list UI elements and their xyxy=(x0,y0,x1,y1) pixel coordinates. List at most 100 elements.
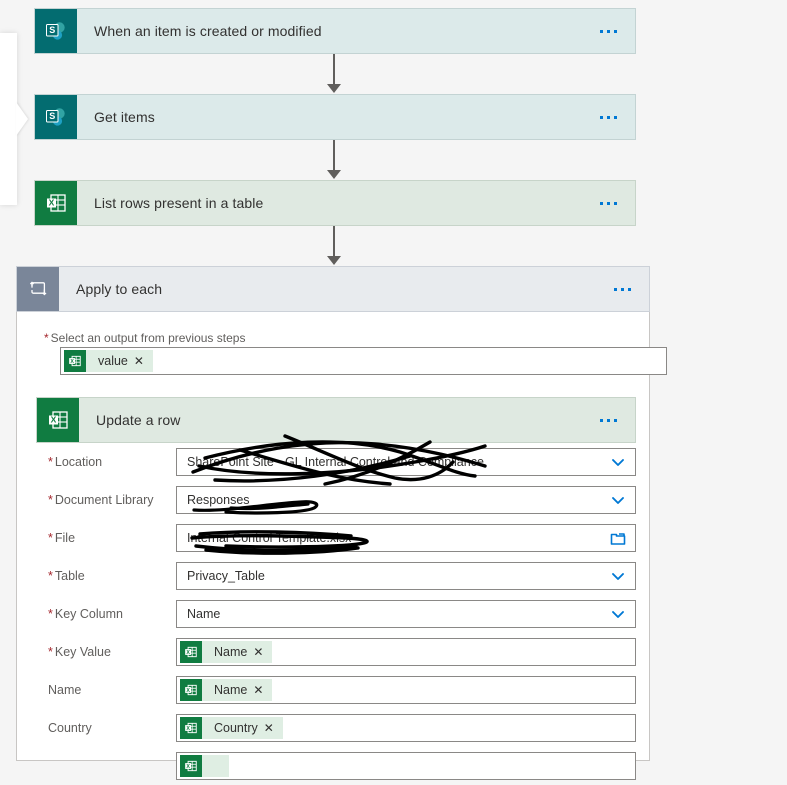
field-label-text: Name xyxy=(48,683,82,697)
apply-to-each-title: Apply to each xyxy=(76,281,163,297)
field-value: Privacy_Table xyxy=(187,569,265,583)
form-row: Country X Country ✕ xyxy=(36,709,636,747)
svg-text:S: S xyxy=(49,25,55,35)
field-value: Internal Control Template.xlsx xyxy=(187,531,352,545)
flow-step-card-get-items[interactable]: S Get items xyxy=(34,94,636,140)
file-picker-field[interactable]: Internal Control Template.xlsx xyxy=(176,524,636,552)
token-field[interactable]: X Name ✕ xyxy=(176,638,636,666)
field-label: Country xyxy=(36,721,176,735)
token-field[interactable]: X Country ✕ xyxy=(176,714,636,742)
token-field[interactable]: X Name ✕ xyxy=(176,676,636,704)
folder-icon[interactable] xyxy=(601,531,635,546)
flow-canvas: S When an item is created or modified S … xyxy=(0,0,787,780)
token-chip-label: Country xyxy=(214,721,258,735)
excel-icon: X xyxy=(180,641,202,663)
field-label: * Key Value xyxy=(36,645,176,659)
required-indicator: * xyxy=(48,493,53,507)
flow-connector-line xyxy=(333,54,335,87)
flow-step-title: When an item is created or modified xyxy=(94,23,322,39)
required-indicator: * xyxy=(48,569,53,583)
excel-icon: X xyxy=(64,350,86,372)
field-value: Responses xyxy=(187,493,250,507)
chevron-down-icon[interactable] xyxy=(601,568,635,584)
token-chip[interactable]: X xyxy=(180,755,229,777)
dropdown-field[interactable]: SharePoint Site - GL Internal Control an… xyxy=(176,448,636,476)
token-chip[interactable]: X Country ✕ xyxy=(180,717,283,739)
form-row: * Key Column Name xyxy=(36,595,636,633)
token-chip-label: value xyxy=(98,354,128,368)
sharepoint-icon: S xyxy=(35,9,77,53)
excel-icon: X xyxy=(35,181,77,225)
chevron-down-icon[interactable] xyxy=(601,454,635,470)
field-label-text: Document Library xyxy=(54,493,154,507)
field-label-text: File xyxy=(54,531,76,545)
required-indicator: * xyxy=(48,607,53,621)
token-field[interactable]: X xyxy=(176,752,636,780)
flow-step-title: Get items xyxy=(94,109,155,125)
token-chip[interactable]: X Name ✕ xyxy=(180,679,273,701)
step-overflow-menu-button[interactable] xyxy=(600,95,635,139)
form-row: Name X Name ✕ xyxy=(36,671,636,709)
svg-text:X: X xyxy=(186,764,190,770)
field-label: * Table xyxy=(36,569,176,583)
required-indicator: * xyxy=(48,455,53,469)
step-overflow-menu-button[interactable] xyxy=(600,181,635,225)
select-output-input[interactable]: X value ✕ xyxy=(60,347,667,375)
form-row: * Key Value X Name ✕ xyxy=(36,633,636,671)
update-a-row-card[interactable]: X Update a row xyxy=(36,397,636,443)
chevron-down-icon[interactable] xyxy=(601,606,635,622)
field-label: * File xyxy=(36,531,176,545)
loop-icon xyxy=(17,267,59,311)
dropdown-field[interactable]: Name xyxy=(176,600,636,628)
flow-connector-line xyxy=(333,140,335,173)
excel-icon: X xyxy=(180,755,202,777)
svg-text:X: X xyxy=(186,726,190,732)
token-remove-icon[interactable]: ✕ xyxy=(253,645,272,659)
flow-connector-line xyxy=(333,226,335,259)
flow-connector-arrow xyxy=(327,170,341,179)
flow-step-card-list-rows[interactable]: X List rows present in a table xyxy=(34,180,636,226)
dropdown-field[interactable]: Responses xyxy=(176,486,636,514)
token-remove-icon[interactable]: ✕ xyxy=(134,354,153,368)
field-label: Name xyxy=(36,683,176,697)
update-a-row-form: * Location SharePoint Site - GL Internal C… xyxy=(36,443,636,785)
svg-text:X: X xyxy=(49,198,55,208)
flow-step-card-trigger[interactable]: S When an item is created or modified xyxy=(34,8,636,54)
field-label: * Location xyxy=(36,455,176,469)
form-row: * File Internal Control Template.xlsx xyxy=(36,519,636,557)
form-row: * Location SharePoint Site - GL Internal C… xyxy=(36,443,636,481)
field-label-text: Key Column xyxy=(54,607,123,621)
excel-icon: X xyxy=(37,398,79,442)
excel-icon: X xyxy=(180,679,202,701)
field-label-text: Country xyxy=(48,721,92,735)
form-row: * Table Privacy_Table xyxy=(36,557,636,595)
chevron-down-icon[interactable] xyxy=(601,492,635,508)
field-label: * Document Library xyxy=(36,493,176,507)
svg-text:X: X xyxy=(186,650,190,656)
token-chip-label: Name xyxy=(214,683,248,697)
token-chip[interactable]: X Name ✕ xyxy=(180,641,273,663)
token-remove-icon[interactable]: ✕ xyxy=(264,721,283,735)
field-value: SharePoint Site - GL Internal Control an… xyxy=(187,455,484,469)
excel-icon: X xyxy=(180,717,202,739)
required-indicator: * xyxy=(44,331,49,345)
form-row: * Document Library Responses xyxy=(36,481,636,519)
loop-overflow-menu-button[interactable] xyxy=(614,267,649,311)
svg-text:S: S xyxy=(49,111,55,121)
flow-connector-arrow xyxy=(327,84,341,93)
step-overflow-menu-button[interactable] xyxy=(600,9,635,53)
token-chip-value[interactable]: X value ✕ xyxy=(64,350,153,372)
field-label-text: Location xyxy=(54,455,103,469)
dropdown-field[interactable]: Privacy_Table xyxy=(176,562,636,590)
field-label-text: Key Value xyxy=(54,645,111,659)
field-label: * Key Column xyxy=(36,607,176,621)
svg-text:X: X xyxy=(51,415,57,425)
field-value: Name xyxy=(187,607,221,621)
apply-to-each-header[interactable]: Apply to each xyxy=(16,266,650,312)
select-output-label-text: Select an output from previous steps xyxy=(50,331,246,345)
required-indicator: * xyxy=(48,531,53,545)
update-row-overflow-menu-button[interactable] xyxy=(600,398,635,442)
token-remove-icon[interactable]: ✕ xyxy=(253,683,272,697)
field-label-text: Table xyxy=(54,569,85,583)
token-chip-label: Name xyxy=(214,645,248,659)
